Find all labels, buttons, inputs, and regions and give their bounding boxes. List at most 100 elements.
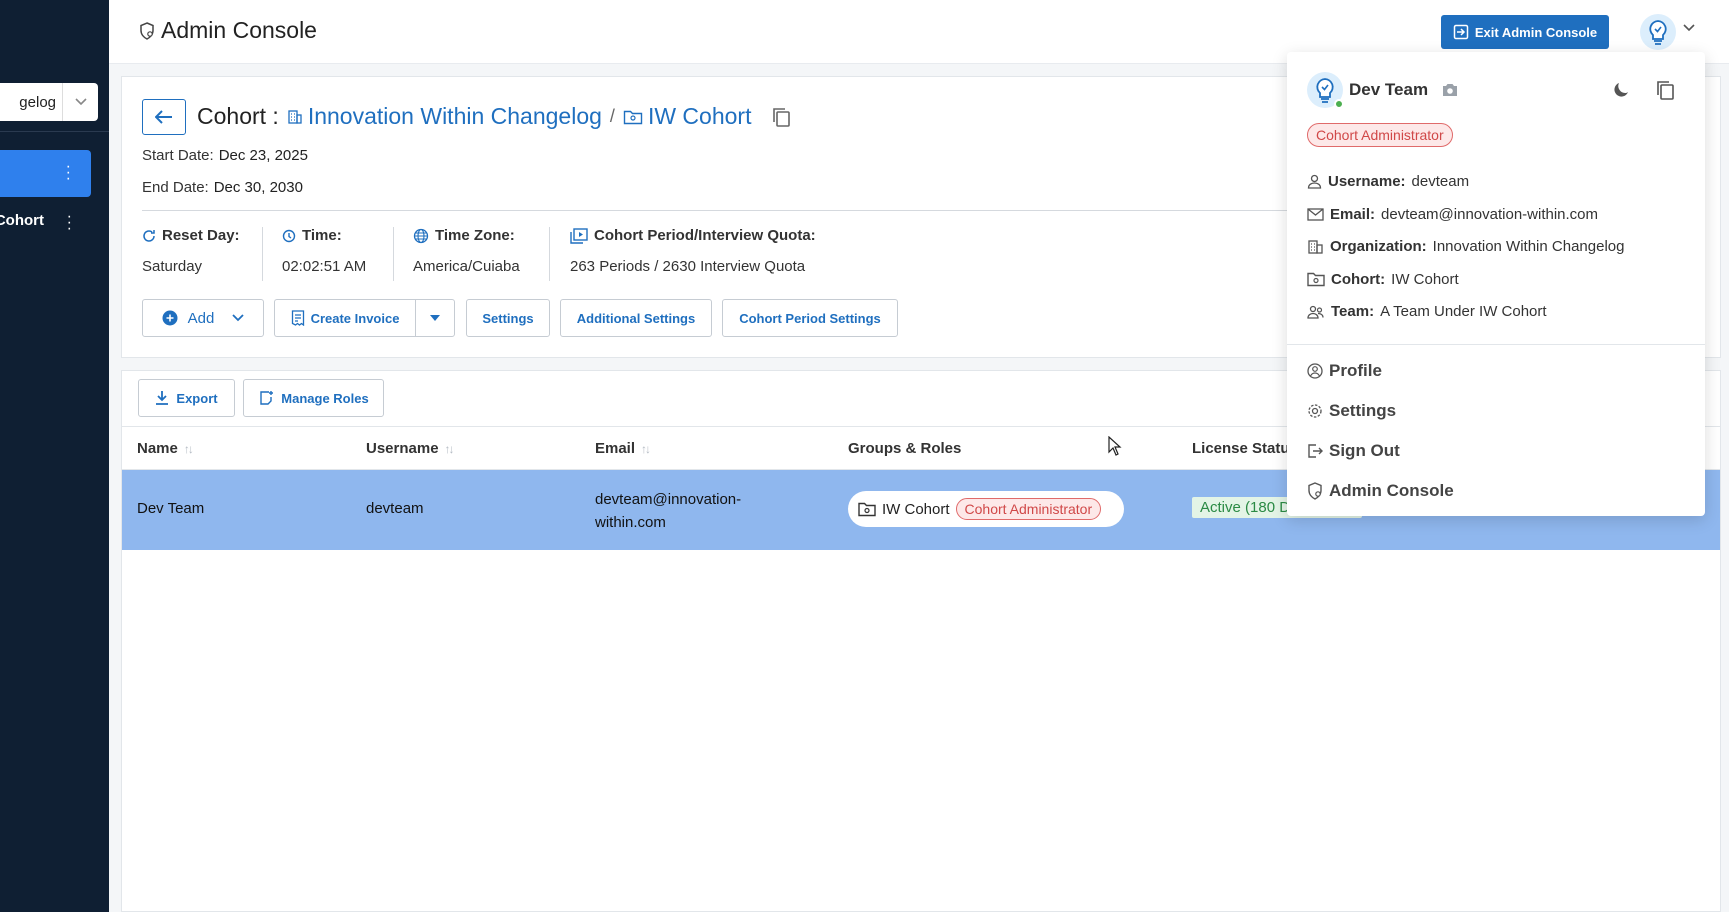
info-divider xyxy=(262,227,263,281)
copy-icon[interactable] xyxy=(771,106,791,128)
manage-roles-button[interactable]: Manage Roles xyxy=(243,379,384,417)
create-invoice-dropdown-button[interactable] xyxy=(415,299,455,337)
breadcrumb-organization-link[interactable]: Innovation Within Changelog xyxy=(287,103,602,130)
chevron-down-icon[interactable] xyxy=(1683,24,1695,32)
folder-icon xyxy=(1307,272,1325,287)
exit-admin-console-button[interactable]: Exit Admin Console xyxy=(1441,15,1609,49)
group-role-chip: IW Cohort Cohort Administrator xyxy=(848,491,1124,527)
add-button[interactable]: Add xyxy=(142,299,264,337)
dropdown-divider xyxy=(1287,344,1705,345)
end-date-label: End Date: xyxy=(142,179,209,196)
menu-item-settings[interactable]: Settings xyxy=(1307,401,1396,421)
folder-icon xyxy=(858,502,876,516)
start-date-value: Dec 23, 2025 xyxy=(218,147,308,164)
reset-icon xyxy=(143,229,155,242)
sort-icon[interactable]: ↑↓ xyxy=(641,442,651,456)
admin-shield-icon xyxy=(1308,482,1322,500)
building-icon xyxy=(1308,239,1323,254)
role-badge: Cohort Administrator xyxy=(955,498,1102,520)
additional-settings-button[interactable]: Additional Settings xyxy=(560,299,712,337)
page-title-text: Admin Console xyxy=(161,17,317,43)
page-title: Admin Console xyxy=(139,17,317,44)
additional-settings-label: Additional Settings xyxy=(576,310,696,326)
exit-icon xyxy=(1453,24,1469,40)
settings-label: Settings xyxy=(482,310,534,326)
globe-icon xyxy=(413,228,429,243)
sort-icon[interactable]: ↑↓ xyxy=(445,442,455,456)
caret-down-icon xyxy=(430,315,440,321)
breadcrumb-cohort-link[interactable]: IW Cohort xyxy=(623,103,752,130)
time-zone-info: Time Zone: America/Cuiaba xyxy=(413,227,520,275)
manage-roles-label: Manage Roles xyxy=(281,390,369,406)
copy-icon[interactable] xyxy=(1655,79,1675,101)
dropdown-avatar xyxy=(1307,72,1344,109)
menu-item-sign-out[interactable]: Sign Out xyxy=(1307,441,1400,461)
profile-dropdown: Dev Team Cohort Administrator Username: d… xyxy=(1287,52,1705,516)
column-header-license-status: License Statu xyxy=(1192,440,1290,457)
online-status-dot xyxy=(1334,99,1344,109)
camera-icon[interactable] xyxy=(1441,82,1459,97)
breadcrumb: Cohort : Innovation Within Changelog / I… xyxy=(197,103,791,130)
user-avatar[interactable] xyxy=(1640,14,1676,50)
breadcrumb-separator: / xyxy=(609,106,615,126)
sort-icon[interactable]: ↑↓ xyxy=(184,442,194,456)
reset-day-value: Saturday xyxy=(142,258,203,275)
dropdown-email-field: Email: devteam@innovation-within.com xyxy=(1307,206,1598,223)
breadcrumb-cohort-text: IW Cohort xyxy=(647,103,752,129)
organization-select[interactable]: gelog xyxy=(0,83,98,121)
time-label: Time: xyxy=(302,227,342,244)
column-header-groups-roles: Groups & Roles xyxy=(848,440,962,457)
export-label: Export xyxy=(176,390,218,406)
dropdown-username-field: Username: devteam xyxy=(1307,173,1469,190)
chevron-down-icon xyxy=(62,83,98,121)
time-info: Time: 02:02:51 AM xyxy=(282,227,366,275)
time-zone-label: Time Zone: xyxy=(435,227,515,244)
quota-label: Cohort Period/Interview Quota: xyxy=(594,227,816,244)
quota-info: Cohort Period/Interview Quota: 263 Perio… xyxy=(570,227,816,275)
cell-username: devteam xyxy=(366,500,424,517)
create-invoice-label: Create Invoice xyxy=(310,310,400,326)
mail-icon xyxy=(1307,208,1324,221)
breadcrumb-organization-text: Innovation Within Changelog xyxy=(307,103,602,129)
settings-button[interactable]: Settings xyxy=(466,299,550,337)
dropdown-organization-field: Organization: Innovation Within Changelog xyxy=(1307,238,1624,255)
reset-day-label: Reset Day: xyxy=(162,227,240,244)
cohort-period-settings-button[interactable]: Cohort Period Settings xyxy=(722,299,898,337)
cell-name: Dev Team xyxy=(137,500,205,517)
sidebar-item-cohort[interactable]: Cohort · · · xyxy=(0,209,80,237)
gear-icon xyxy=(1308,404,1322,418)
back-button[interactable] xyxy=(142,99,186,135)
invoice-icon xyxy=(291,310,304,326)
clock-icon xyxy=(282,229,296,242)
time-value: 02:02:51 AM xyxy=(282,258,367,275)
dropdown-role-badge: Cohort Administrator xyxy=(1307,123,1453,147)
profile-icon xyxy=(1307,363,1323,379)
folder-icon xyxy=(623,110,643,124)
user-icon xyxy=(1307,174,1322,189)
info-divider xyxy=(393,227,394,281)
sidebar-item-active[interactable]: · · · xyxy=(0,150,91,197)
mouse-cursor-icon xyxy=(1108,435,1122,460)
team-icon xyxy=(1307,305,1324,319)
exit-admin-console-label: Exit Admin Console xyxy=(1474,24,1598,40)
menu-item-profile[interactable]: Profile xyxy=(1307,361,1382,381)
cell-email-line1: devteam@innovation- xyxy=(595,491,742,508)
column-header-name[interactable]: Name ↑↓ xyxy=(137,440,194,457)
export-button[interactable]: Export xyxy=(138,379,235,417)
menu-item-admin-console[interactable]: Admin Console xyxy=(1307,481,1454,501)
cell-email-line2: within.com xyxy=(595,514,666,531)
chevron-down-icon xyxy=(232,314,244,322)
manage-roles-icon xyxy=(260,391,274,405)
column-header-email[interactable]: Email ↑↓ xyxy=(595,440,651,457)
more-vertical-icon[interactable]: · · · xyxy=(66,159,71,187)
add-label: Add xyxy=(187,309,215,327)
moon-icon[interactable] xyxy=(1611,80,1631,100)
cohort-period-settings-label: Cohort Period Settings xyxy=(739,310,881,326)
dropdown-cohort-field: Cohort: IW Cohort xyxy=(1307,271,1459,288)
more-vertical-icon[interactable]: · · · xyxy=(67,209,72,237)
plus-circle-icon xyxy=(162,310,178,326)
create-invoice-button[interactable]: Create Invoice xyxy=(274,299,415,337)
dropdown-user-name: Dev Team xyxy=(1349,80,1429,99)
reset-day-info: Reset Day: Saturday xyxy=(142,227,240,275)
column-header-username[interactable]: Username ↑↓ xyxy=(366,440,455,457)
